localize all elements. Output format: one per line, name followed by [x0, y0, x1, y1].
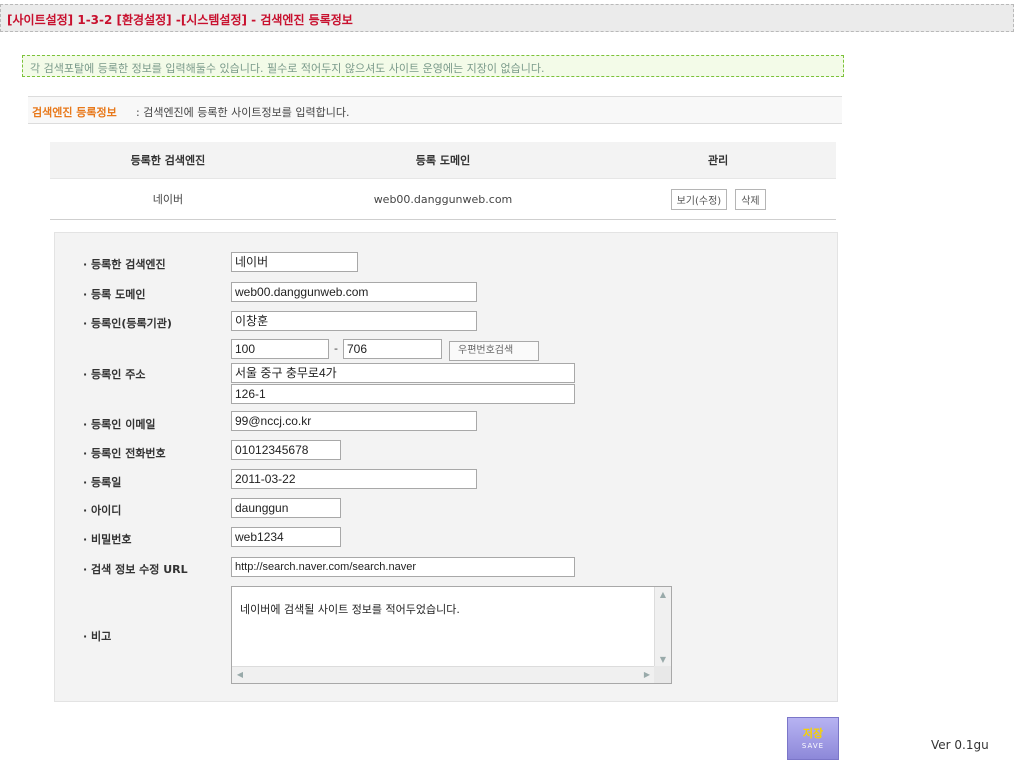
phone-input[interactable]: 01012345678 [231, 440, 341, 460]
reg-date-label: · 등록일 [83, 476, 122, 489]
section-title: 검색엔진 등록정보 [32, 106, 117, 119]
address-detail-input[interactable]: 126-1 [231, 384, 575, 404]
memo-text: 네이버에 검색될 사이트 정보를 적어두었습니다. [240, 603, 460, 616]
vertical-scrollbar[interactable]: ▲ ▼ [654, 587, 671, 668]
engine-label: · 등록한 검색엔진 [83, 258, 166, 271]
id-input[interactable]: daunggun [231, 498, 341, 518]
memo-textarea[interactable]: 네이버에 검색될 사이트 정보를 적어두었습니다. ▲ ▼ ◀ ▶ [231, 586, 672, 684]
email-input[interactable]: 99@nccj.co.kr [231, 411, 477, 431]
view-edit-button[interactable]: 보기(수정) [670, 188, 728, 210]
address-input[interactable]: 서울 중구 충무로4가 [231, 363, 575, 383]
registrant-input[interactable]: 이창훈 [231, 311, 477, 331]
address-label: · 등록인 주소 [83, 368, 146, 381]
zipcode-second-input[interactable]: 706 [343, 339, 442, 359]
zipcode-search-button[interactable]: 우편번호검색 [449, 341, 539, 361]
save-button-sub-label: SAVE [801, 742, 825, 750]
save-button[interactable]: 저장 SAVE [787, 717, 839, 760]
version-label: Ver 0.1gu [931, 738, 989, 752]
domain-label: · 등록 도메인 [83, 288, 146, 301]
section-header: 검색엔진 등록정보 : 검색엔진에 등록한 사이트정보를 입력합니다. [28, 96, 842, 124]
page-title-bar: [사이트설정] 1-3-2 [환경설정] -[시스템설정] - 검색엔진 등록정… [0, 4, 1014, 32]
scroll-up-icon[interactable]: ▲ [655, 587, 671, 603]
registered-engine-table: 등록한 검색엔진 등록 도메인 관리 네이버 web00.danggunweb.… [50, 142, 836, 220]
domain-input[interactable]: web00.danggunweb.com [231, 282, 477, 302]
email-label: · 등록인 이메일 [83, 418, 156, 431]
engine-input[interactable]: 네이버 [231, 252, 358, 272]
page-title: [사이트설정] 1-3-2 [환경설정] -[시스템설정] - 검색엔진 등록정… [7, 13, 353, 27]
zipcode-dash: - [334, 342, 338, 355]
scroll-left-icon[interactable]: ◀ [232, 667, 248, 683]
password-label: · 비밀번호 [83, 533, 132, 546]
zipcode-first-input[interactable]: 100 [231, 339, 329, 359]
scroll-right-icon[interactable]: ▶ [639, 667, 655, 683]
row-engine: 네이버 [50, 178, 286, 220]
column-header-domain: 등록 도메인 [285, 142, 601, 179]
column-header-engine: 등록한 검색엔진 [50, 142, 286, 179]
password-input[interactable]: web1234 [231, 527, 341, 547]
delete-button[interactable]: 삭제 [735, 188, 766, 210]
url-input[interactable]: http://search.naver.com/search.naver [231, 557, 575, 577]
save-button-label: 저장 [802, 727, 824, 740]
registrant-label: · 등록인(등록기관) [83, 317, 172, 330]
row-domain: web00.danggunweb.com [285, 178, 601, 220]
notice-box: 각 검색포탈에 등록한 정보를 입력해둘수 있습니다. 필수로 적어두지 않으셔… [22, 55, 844, 77]
row-actions: 보기(수정) 삭제 [600, 178, 836, 220]
phone-label: · 등록인 전화번호 [83, 447, 166, 460]
table-header-row: 등록한 검색엔진 등록 도메인 관리 [50, 142, 836, 179]
table-row: 네이버 web00.danggunweb.com 보기(수정) 삭제 [50, 178, 836, 220]
horizontal-scrollbar[interactable]: ◀ ▶ [232, 666, 655, 683]
section-description: : 검색엔진에 등록한 사이트정보를 입력합니다. [136, 106, 350, 119]
url-label: · 검색 정보 수정 URL [83, 563, 188, 576]
memo-label: · 비고 [83, 630, 112, 643]
column-header-manage: 관리 [600, 142, 836, 179]
scrollbar-corner [654, 666, 671, 683]
notice-text: 각 검색포탈에 등록한 정보를 입력해둘수 있습니다. 필수로 적어두지 않으셔… [30, 62, 545, 75]
reg-date-input[interactable]: 2011-03-22 [231, 469, 477, 489]
id-label: · 아이디 [83, 504, 122, 517]
